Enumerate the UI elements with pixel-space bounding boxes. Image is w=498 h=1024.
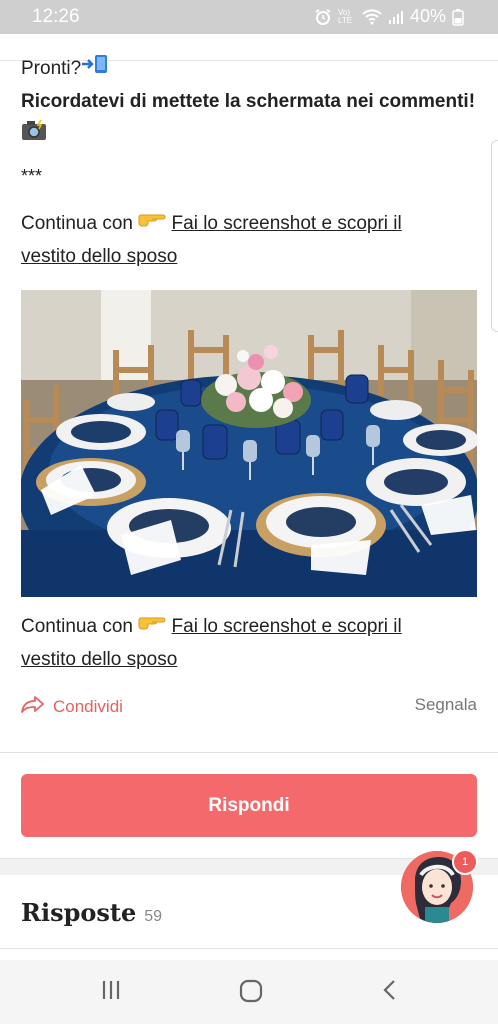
signal-icon [388,9,404,25]
post-actions: Condividi Segnala [21,695,477,723]
alarm-icon [314,8,332,26]
volte-icon: Vo) LTE [337,7,353,25]
report-button[interactable]: Segnala [415,695,477,715]
screenshot-article-link[interactable]: Fai lo screenshot e scopri il [172,213,402,234]
answers-count: 59 [144,908,163,925]
share-arrow-icon [21,695,45,718]
home-button[interactable] [238,978,264,1009]
notification-badge: 1 [452,849,478,875]
back-button[interactable] [380,978,400,1007]
wedding-table-photo[interactable] [21,290,477,597]
battery-level: 40% [409,6,446,26]
instruction-text: Ricordatevi di mettete la schermata nei … [21,85,477,151]
recent-apps-button[interactable] [100,978,124,1007]
intro-line: Pronti? [21,52,477,85]
post-footer-text: Continua con Fai lo screenshot e scopri … [21,610,477,676]
screenshot-article-link-2-cont[interactable]: vestito dello sposo [21,649,177,670]
separator: *** [21,165,43,186]
continue-line-2: Continua con Fai lo screenshot e scopri … [21,610,477,643]
camera-flash-icon [21,119,47,152]
wifi-icon [362,8,382,25]
status-time: 12:26 [32,6,80,27]
section-divider [0,752,498,753]
pointing-hand-icon [138,610,166,643]
side-panel-handle[interactable] [491,140,498,332]
post-body: Pronti? Ricordatevi di mettete la scherm… [21,52,477,273]
answers-title: Risposte [21,898,137,927]
share-label: Condividi [53,696,123,716]
pointing-hand-icon [138,207,166,240]
battery-icon [452,8,464,26]
answers-heading: Risposte 59 [21,898,162,927]
share-button[interactable]: Condividi [21,695,123,718]
continue-line-2b: vestito dello sposo [21,643,477,676]
continue-line-1b: vestito dello sposo [21,240,477,273]
status-icons: Vo) LTE 40% [314,6,464,27]
continue-line-1: Continua con Fai lo screenshot e scopri … [21,207,477,240]
bottom-divider [0,948,498,949]
screenshot-article-link-2[interactable]: Fai lo screenshot e scopri il [172,616,402,637]
phone-arrow-icon [81,52,111,85]
status-bar: 12:26 Vo) LTE 40% [0,0,498,34]
screenshot-article-link-cont[interactable]: vestito dello sposo [21,246,177,267]
system-nav-bar [0,960,498,1024]
reply-button[interactable]: Rispondi [21,774,477,837]
